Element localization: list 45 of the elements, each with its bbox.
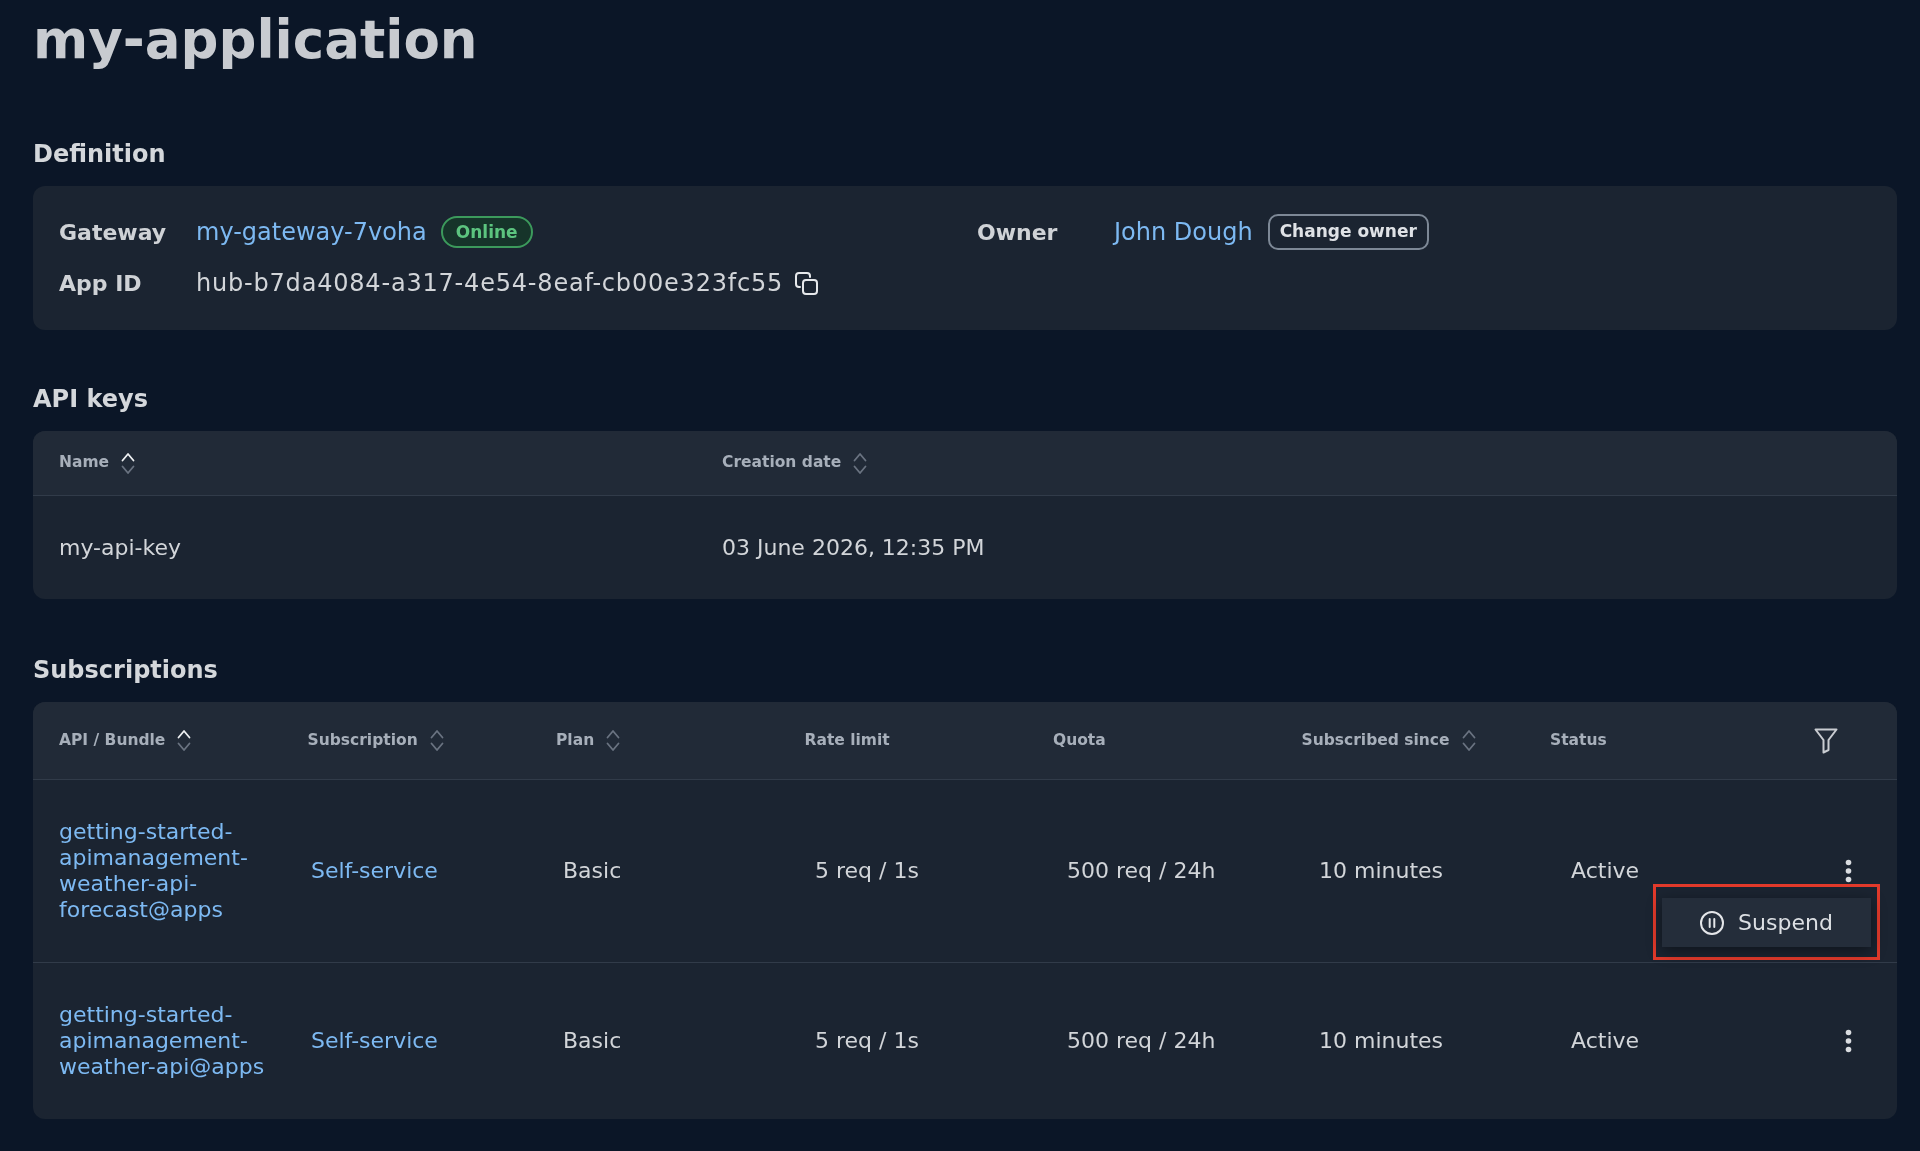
table-cell: 500 req / 24h — [1067, 1028, 1216, 1054]
table-cell: Basic — [563, 1028, 622, 1054]
more-options-icon[interactable] — [1844, 859, 1852, 883]
field-label: App ID — [59, 269, 143, 298]
table-cell: Active — [1571, 858, 1640, 884]
table-cell: Basic — [563, 858, 622, 884]
column-header: Subscription — [307, 729, 418, 751]
column-header: Subscribed since — [1301, 729, 1450, 751]
more-options-icon[interactable] — [1844, 1029, 1852, 1053]
status-badge: Online — [440, 216, 533, 248]
change-owner-button[interactable]: Change owner — [1267, 214, 1429, 250]
table-cell: 5 req / 1s — [815, 858, 919, 884]
column-header: Creation date — [722, 452, 842, 474]
table-cell: 10 minutes — [1319, 1028, 1444, 1054]
section-heading: API keys — [33, 384, 149, 414]
sort-icon[interactable] — [121, 451, 136, 475]
owner-link[interactable]: John Dough — [1114, 214, 1253, 250]
menu-item[interactable]: Suspend — [1662, 898, 1871, 947]
column-header: Status — [1550, 729, 1607, 751]
page-title: my-application — [33, 8, 479, 72]
filter-icon[interactable] — [1814, 727, 1838, 754]
sort-icon[interactable] — [177, 729, 192, 752]
gateway-link[interactable]: my-gateway-7voha — [196, 214, 427, 250]
section-heading: Definition — [33, 139, 167, 169]
column-header: Quota — [1053, 729, 1106, 751]
table-cell: Active — [1571, 1028, 1640, 1054]
table-cell-text: my-api-key — [59, 534, 181, 562]
table-link[interactable]: getting-started-apimanagement-weather-api-forecast@apps — [59, 819, 311, 923]
field-label: Owner — [977, 218, 1059, 247]
table-link[interactable]: Self-service — [311, 1028, 438, 1054]
column-header: Name — [59, 452, 110, 474]
table-cell-text: 03 June 2026, 12:35 PM — [722, 534, 985, 562]
app-id-value: hub-b7da4084-a317-4e54-8eaf-cb00e323fc55 — [196, 268, 784, 299]
pause-icon — [1700, 910, 1725, 935]
table-link[interactable]: getting-started-apimanagement-weather-api@apps — [59, 1002, 311, 1080]
column-header: Plan — [556, 729, 595, 751]
copy-icon[interactable] — [795, 271, 819, 295]
field-label: Gateway — [59, 218, 168, 247]
table-link[interactable]: Self-service — [311, 858, 438, 884]
table-cell: 10 minutes — [1319, 858, 1444, 884]
table-cell: 5 req / 1s — [815, 1028, 919, 1054]
column-header: API / Bundle — [59, 729, 166, 751]
section-heading: Subscriptions — [33, 655, 219, 685]
table-cell: 500 req / 24h — [1067, 858, 1216, 884]
column-header: Rate limit — [804, 729, 890, 751]
